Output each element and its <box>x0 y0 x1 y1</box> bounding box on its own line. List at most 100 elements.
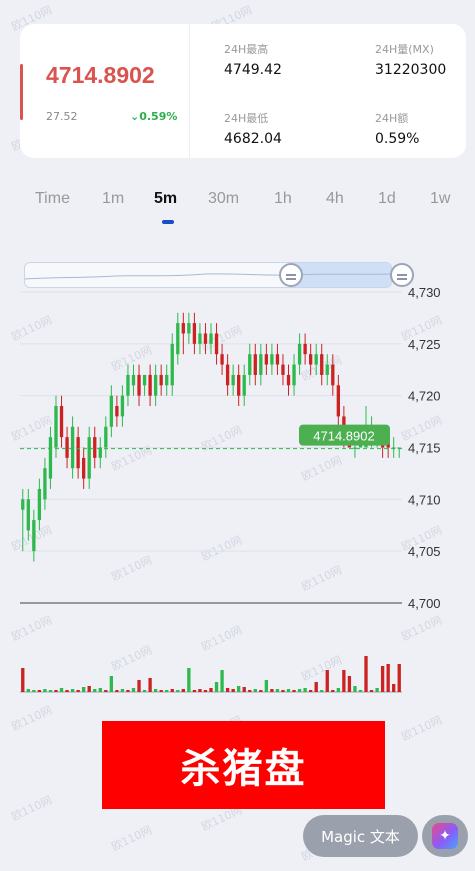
candle-body <box>82 457 86 479</box>
volume-bar <box>37 690 42 692</box>
candle-body <box>37 488 42 521</box>
volume-bar <box>98 688 102 692</box>
volume-bar <box>137 680 141 692</box>
candle-body <box>331 364 335 386</box>
volume-bar <box>397 664 401 692</box>
volume-bar <box>153 689 158 692</box>
volume-bar <box>104 690 108 692</box>
candle-body <box>170 343 174 386</box>
candle-body <box>198 333 202 344</box>
candle-body <box>43 468 47 500</box>
candle-body <box>59 406 64 438</box>
candle-body <box>248 354 252 375</box>
volume-bar <box>325 670 329 692</box>
y-tick-label: 4,700 <box>408 596 441 611</box>
volume-bar <box>214 682 219 692</box>
candle-body <box>209 333 213 344</box>
volume-bar <box>308 690 313 692</box>
candle-body <box>336 385 340 417</box>
volume-bar <box>32 690 36 692</box>
candle-body <box>297 343 302 365</box>
volume-bar <box>82 687 86 692</box>
candle-body <box>48 437 53 479</box>
candle-body <box>65 437 69 458</box>
candle-body <box>115 406 119 417</box>
volume-bar <box>386 664 390 692</box>
candle-body <box>242 374 246 396</box>
candle-body <box>264 354 269 365</box>
volume-bar <box>225 688 230 692</box>
sparkle-icon: ✦ <box>432 823 458 849</box>
candle-body <box>253 354 257 375</box>
volume-bar <box>176 690 180 692</box>
volume-bar <box>364 656 368 692</box>
candle-body <box>109 395 114 427</box>
warning-banner: 杀猪盘 <box>102 721 385 809</box>
y-tick-label: 4,715 <box>408 441 441 456</box>
volume-bar <box>248 690 252 692</box>
volume-bar <box>253 689 257 692</box>
candle-body <box>286 374 291 386</box>
candle-body <box>220 354 224 365</box>
volume-bar <box>43 689 47 692</box>
candle-body <box>104 426 108 448</box>
candle-body <box>320 354 324 375</box>
candle-body <box>225 364 230 386</box>
volume-bar <box>48 690 53 692</box>
candle-body <box>142 374 147 386</box>
volume-bar <box>347 676 352 692</box>
y-tick-label: 4,725 <box>408 337 441 352</box>
candle-body <box>159 374 163 386</box>
candle-body <box>32 520 36 552</box>
volume-bar <box>54 690 58 692</box>
volume-bar <box>120 689 125 692</box>
magic-text-label: Magic 文本 <box>321 827 400 846</box>
volume-bar <box>342 670 346 692</box>
volume-bar <box>275 689 280 692</box>
candle-body <box>181 323 185 334</box>
candle-body <box>93 437 97 458</box>
current-price-tag: 4714.8902 <box>313 429 374 444</box>
volume-bar <box>131 688 136 692</box>
volume-bar <box>336 688 340 692</box>
volume-bar <box>369 690 374 692</box>
volume-bar <box>198 689 202 692</box>
volume-bar <box>358 690 363 692</box>
y-tick-label: 4,705 <box>408 544 441 559</box>
volume-bar <box>281 690 285 692</box>
candle-body <box>54 406 58 448</box>
volume-bar <box>93 689 97 692</box>
candle-body <box>259 354 263 375</box>
volume-bar <box>375 688 379 692</box>
volume-bar <box>87 686 91 692</box>
volume-bar <box>59 688 64 692</box>
volume-bar <box>237 686 241 692</box>
candle-body <box>303 343 307 355</box>
candle-body <box>131 374 136 386</box>
candle-body <box>275 354 280 365</box>
volume-bar <box>286 689 291 692</box>
volume-bar <box>70 689 75 692</box>
magic-text-button[interactable]: Magic 文本 <box>303 815 418 857</box>
volume-bar <box>165 690 169 692</box>
volume-bar <box>303 688 307 692</box>
candle-body <box>137 374 141 396</box>
volume-bar <box>209 688 213 692</box>
candle-body <box>26 499 30 531</box>
volume-bar <box>353 686 357 692</box>
candle-body <box>165 374 169 386</box>
candle-body <box>76 437 80 469</box>
volume-bar <box>220 670 224 692</box>
candle-body <box>187 323 191 334</box>
candle-body <box>120 395 125 417</box>
volume-bar <box>203 690 208 692</box>
magic-action-button[interactable]: ✦ <box>422 815 468 857</box>
y-tick-label: 4,730 <box>408 285 441 300</box>
volume-bar <box>170 689 174 692</box>
volume-bar <box>392 684 396 692</box>
candle-body <box>292 364 296 386</box>
candle-body <box>270 354 274 365</box>
volume-bar <box>259 690 263 692</box>
candle-body <box>214 333 219 355</box>
volume-bar <box>126 690 130 692</box>
